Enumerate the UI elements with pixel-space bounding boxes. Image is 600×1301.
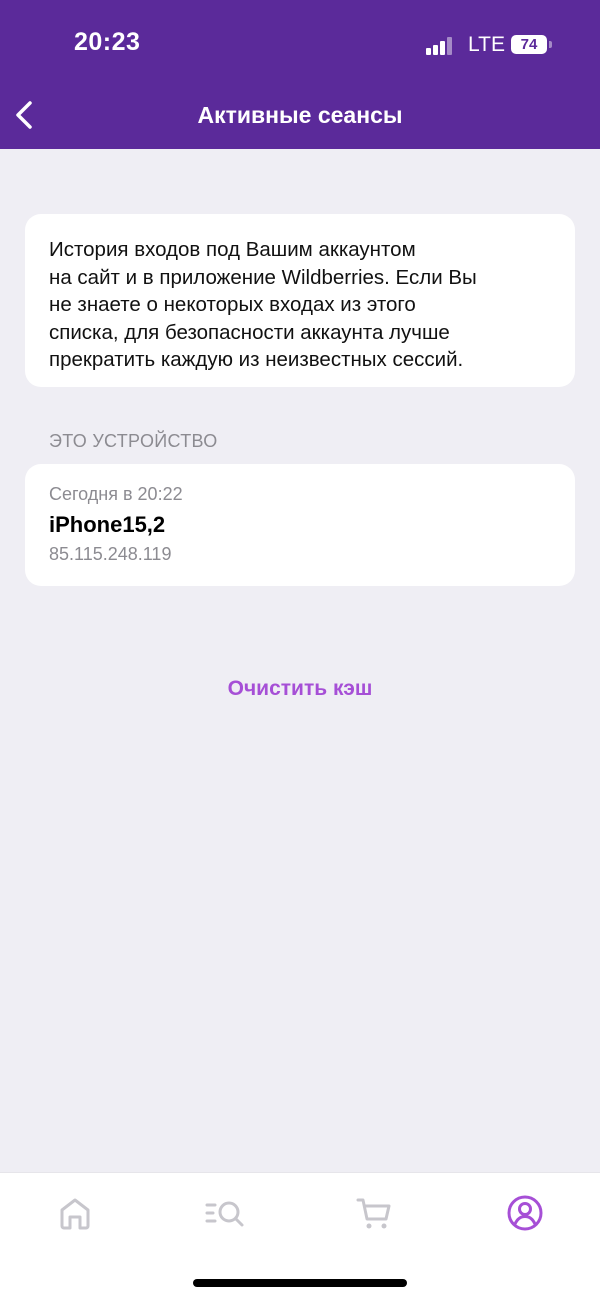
clear-cache-button[interactable]: Очистить кэш: [0, 677, 600, 701]
battery-level: 74: [520, 36, 538, 53]
tab-cart[interactable]: [355, 1193, 395, 1233]
home-indicator[interactable]: [193, 1279, 407, 1287]
battery-tip: [549, 41, 552, 48]
nav-bar: Активные сеансы: [0, 90, 600, 140]
tab-catalog[interactable]: [205, 1193, 245, 1233]
session-time: Сегодня в 20:22: [49, 484, 183, 504]
cart-icon: [356, 1198, 391, 1229]
ip-address: 85.115.248.119: [49, 544, 172, 564]
section-title-this-device: ЭТО УСТРОЙСТВО: [49, 431, 218, 451]
info-card: История входов под Вашим аккаунтом на са…: [25, 214, 575, 387]
device-name: iPhone15,2: [49, 512, 166, 537]
status-time: 20:23: [74, 28, 141, 56]
tab-home[interactable]: [55, 1193, 95, 1233]
home-icon: [60, 1198, 90, 1230]
catalog-search-icon: [205, 1201, 244, 1227]
page-title: Активные сеансы: [197, 102, 403, 128]
profile-icon: [507, 1195, 543, 1231]
battery-icon: 74: [511, 35, 547, 54]
device-card[interactable]: Сегодня в 20:22 iPhone15,2 85.115.248.11…: [25, 464, 575, 586]
header: 20:23 LTE 74 Активные сеансы: [0, 0, 600, 149]
tab-profile[interactable]: [505, 1193, 545, 1233]
signal-icon: [426, 35, 458, 55]
info-text: История входов под Вашим аккаунтом на са…: [49, 238, 477, 371]
network-type: LTE: [468, 33, 505, 56]
status-bar: 20:23 LTE 74: [0, 0, 600, 90]
